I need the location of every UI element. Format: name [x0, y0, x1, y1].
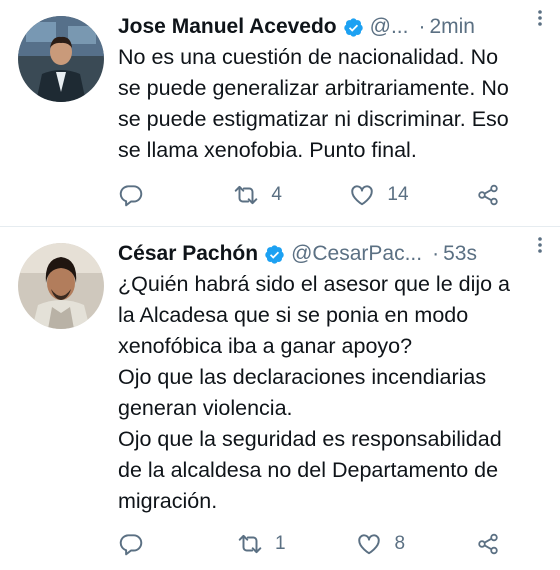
verified-badge-icon	[265, 244, 284, 264]
author-name[interactable]: Jose Manuel Acevedo	[118, 15, 337, 39]
reply-icon	[119, 185, 143, 207]
heart-icon	[358, 534, 381, 555]
separator-dot: ·	[418, 15, 426, 38]
reply-button[interactable]	[118, 182, 166, 208]
separator-dot: ·	[432, 242, 440, 265]
timestamp[interactable]: 53s	[443, 242, 477, 266]
retweet-button[interactable]: 4	[233, 182, 282, 208]
avatar[interactable]	[18, 16, 104, 102]
retweet-icon	[235, 185, 258, 205]
retweet-count: 4	[271, 184, 282, 205]
tweet-header: César Pachón @CesarPac... · 53s	[118, 237, 546, 271]
tweet-card[interactable]: Jose Manuel Acevedo @... · 2min No es un…	[0, 0, 560, 226]
author-name[interactable]: César Pachón	[118, 242, 258, 266]
like-button[interactable]: 14	[349, 182, 409, 208]
share-button[interactable]	[476, 182, 500, 208]
tweet-text: No es una cuestión de nacionalidad. No s…	[118, 45, 509, 162]
tweet-text: ¿Quién habrá sido el asesor que le dijo …	[118, 272, 511, 513]
heart-icon	[351, 185, 374, 206]
like-count: 8	[394, 533, 406, 554]
tweet-header: Jose Manuel Acevedo @... · 2min	[118, 10, 546, 44]
tweet-actions: 4 14	[118, 180, 500, 210]
reply-icon	[119, 534, 143, 556]
author-handle[interactable]: @CesarPac...	[291, 242, 422, 266]
share-button[interactable]	[476, 531, 500, 557]
verified-badge-icon	[343, 17, 363, 37]
tweet-card[interactable]: César Pachón @CesarPac... · 53s ¿Quién h…	[0, 227, 560, 570]
retweet-button[interactable]: 1	[237, 531, 286, 557]
more-vertical-icon[interactable]	[530, 8, 550, 28]
more-vertical-icon[interactable]	[530, 235, 550, 255]
like-button[interactable]: 8	[356, 531, 405, 557]
share-icon	[478, 533, 498, 555]
reply-button[interactable]	[118, 531, 166, 557]
retweet-count: 1	[274, 533, 286, 554]
avatar[interactable]	[18, 243, 104, 329]
share-icon	[478, 184, 498, 206]
author-handle[interactable]: @...	[370, 15, 409, 39]
like-count: 14	[387, 184, 409, 205]
timeline-feed: Jose Manuel Acevedo @... · 2min No es un…	[0, 0, 560, 570]
timestamp[interactable]: 2min	[429, 15, 475, 39]
retweet-icon	[238, 534, 262, 554]
tweet-actions: 1 8	[118, 529, 500, 559]
